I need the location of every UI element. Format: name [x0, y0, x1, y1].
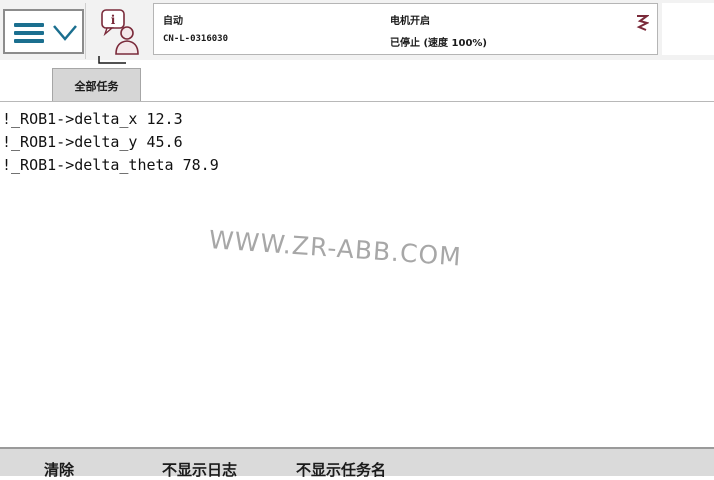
screen-glare	[490, 420, 700, 446]
status-panel: 自动 CN-L-0316030 电机开启 已停止 (速度 100%)	[153, 3, 658, 55]
top-bar: i 自动 CN-L-0316030 电机开启 已停止 (速度 100%)	[0, 0, 714, 60]
program-state: 已停止 (速度 100%)	[390, 38, 487, 49]
log-area: !_ROB1->delta_x 12.3 !_ROB1->delta_y 45.…	[0, 108, 714, 177]
hide-log-button[interactable]: 不显示日志	[162, 459, 237, 480]
chevron-down-icon	[53, 25, 77, 41]
main-menu-button[interactable]	[3, 9, 84, 54]
motor-state: 电机开启	[390, 16, 430, 27]
hide-task-name-button[interactable]: 不显示任务名	[296, 459, 386, 480]
close-icon[interactable]	[635, 14, 649, 32]
svg-text:i: i	[111, 13, 116, 27]
log-line: !_ROB1->delta_theta 78.9	[2, 156, 219, 174]
tab-divider	[0, 101, 714, 102]
hamburger-icon	[14, 23, 44, 43]
controller-id: CN-L-0316030	[163, 34, 229, 44]
watermark: WWW.ZR-ABB.COM	[207, 225, 463, 272]
clear-button[interactable]: 清除	[44, 459, 74, 480]
task-info-user-icon[interactable]: i	[96, 6, 146, 58]
top-right-blank	[662, 3, 714, 55]
log-line: !_ROB1->delta_x 12.3	[2, 110, 183, 128]
divider	[85, 3, 86, 59]
bottom-bar: 清除 不显示日志 不显示任务名	[0, 447, 714, 479]
log-line: !_ROB1->delta_y 45.6	[2, 133, 183, 151]
tab-all-tasks[interactable]: 全部任务	[52, 68, 141, 102]
operating-mode: 自动	[163, 16, 183, 27]
